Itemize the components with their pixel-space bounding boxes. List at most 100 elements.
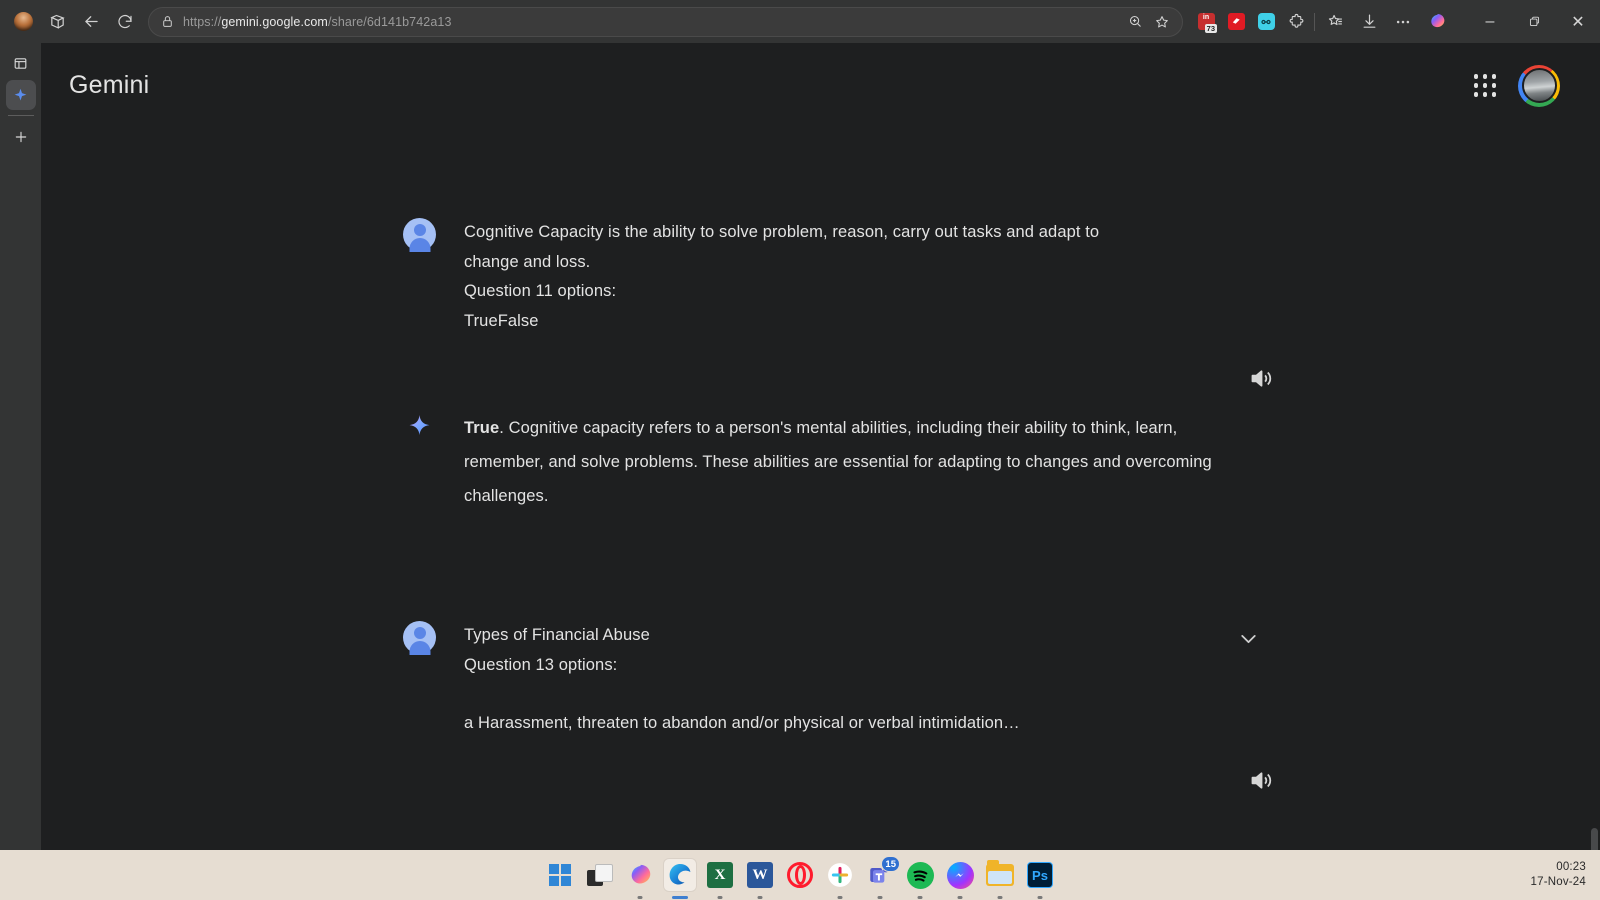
message-line: Cognitive Capacity is the ability to sol… (464, 223, 1100, 241)
ext-puzzle[interactable] (1281, 6, 1311, 38)
split-screen-icon[interactable] (40, 6, 74, 38)
page-scrollbar[interactable] (1591, 828, 1598, 850)
taskbar-word[interactable]: W (744, 859, 776, 899)
sidebar-panel-toggle[interactable] (6, 48, 36, 78)
taskbar-running-indicator (917, 896, 923, 899)
taskbar-task-view[interactable] (584, 859, 616, 891)
word-icon: W (747, 862, 773, 888)
message-body: True. Cognitive capacity refers to a per… (464, 411, 1224, 513)
taskbar-start[interactable] (544, 859, 576, 891)
minimize-button[interactable]: – (1468, 0, 1512, 43)
collections-icon[interactable] (1318, 6, 1352, 38)
copilot-icon[interactable] (1420, 6, 1454, 38)
message-body: Cognitive Capacity is the ability to sol… (464, 218, 1099, 336)
clock-time: 00:23 (1556, 861, 1586, 873)
taskbar-slack[interactable] (824, 859, 856, 899)
avatar-photo (1521, 68, 1557, 103)
messenger-icon (946, 861, 974, 889)
taskbar-copilot[interactable] (624, 859, 656, 899)
gemini-sparkle-icon (403, 411, 436, 444)
taskbar-teams[interactable]: 15 (864, 856, 900, 899)
url-text: https://gemini.google.com/share/6d141b74… (183, 14, 452, 29)
sidebar-add[interactable] (6, 122, 36, 152)
ext-red-tag[interactable] (1221, 6, 1251, 38)
taskbar-spotify[interactable] (904, 859, 936, 899)
avatar (403, 621, 436, 654)
taskbar-photoshop[interactable]: Ps (1024, 859, 1056, 899)
ext-red-tag-icon (1227, 13, 1245, 30)
conversation: Cognitive Capacity is the ability to sol… (41, 128, 1600, 850)
edge-icon (669, 864, 691, 885)
taskbar-running-indicator (717, 896, 723, 899)
turn-user-1: Cognitive Capacity is the ability to sol… (403, 218, 1233, 336)
message-line: Types of Financial Abuse (464, 626, 650, 644)
clock-date: 17-Nov-24 (1530, 876, 1586, 888)
message-text: . Cognitive capacity refers to a person'… (464, 419, 1212, 505)
toolbar-divider (1314, 12, 1315, 31)
ext-linkedin-unlock[interactable]: in 73 (1191, 6, 1221, 38)
windows-logo-icon (548, 863, 572, 887)
close-button[interactable]: ✕ (1556, 0, 1600, 43)
copilot-icon (631, 864, 650, 883)
message-truncated-line: a Harassment, threaten to abandon and/or… (464, 714, 1020, 732)
speaker-icon[interactable] (1248, 767, 1275, 799)
star-icon[interactable] (1148, 9, 1176, 35)
page-title: Gemini (69, 71, 150, 99)
taskbar-running-indicator (877, 896, 883, 899)
message-body: Types of Financial Abuse Question 13 opt… (464, 621, 1020, 739)
spotify-icon (906, 861, 934, 889)
message-line: change and loss. (464, 252, 591, 271)
browser-toolbar: https://gemini.google.com/share/6d141b74… (0, 0, 1600, 43)
ext-puzzle-icon (1288, 13, 1305, 30)
taskbar-clock[interactable]: 00:23 17-Nov-24 (1531, 850, 1587, 900)
ext-cyan-box[interactable] (1251, 6, 1281, 38)
message-bold-lead: True (464, 419, 500, 437)
gemini-header: Gemini (41, 43, 1600, 128)
downloads-icon[interactable] (1352, 6, 1386, 38)
more-settings-icon[interactable] (1386, 6, 1420, 38)
avatar (403, 218, 436, 251)
excel-icon: X (707, 862, 733, 888)
ext-cyan-box-icon (1257, 13, 1275, 30)
lock-icon (161, 15, 174, 28)
taskbar-running-indicator (1037, 896, 1043, 899)
turn-model-1: True. Cognitive capacity refers to a per… (403, 411, 1233, 513)
taskbar-teams-badge: 15 (881, 856, 900, 872)
task-view-icon (587, 864, 613, 886)
profile-avatar-icon (13, 12, 33, 31)
taskbar-running-indicator (957, 896, 963, 899)
gemini-page: Gemini Cognitive Capacity is the ability… (41, 43, 1600, 850)
address-bar[interactable]: https://gemini.google.com/share/6d141b74… (148, 6, 1183, 37)
zoom-in-icon[interactable] (1122, 9, 1148, 35)
taskbar-running-indicator (837, 896, 843, 899)
folder-icon (986, 860, 1014, 886)
taskbar-messenger[interactable] (944, 859, 976, 899)
refresh-icon[interactable] (108, 6, 142, 38)
message-line: Question 13 options: (464, 655, 618, 674)
message-line: TrueFalse (464, 311, 539, 330)
photoshop-icon: Ps (1027, 862, 1053, 888)
edge-browser-window: https://gemini.google.com/share/6d141b74… (0, 0, 1600, 850)
restore-button[interactable] (1512, 0, 1556, 43)
sidebar-copilot[interactable] (5, 80, 36, 110)
taskbar-opera[interactable] (784, 859, 816, 891)
gemini-header-actions (1473, 64, 1560, 107)
taskbar-items: X W 15 Ps (544, 856, 1056, 899)
browser-profile-button[interactable] (6, 7, 40, 37)
taskbar-running-indicator (997, 896, 1003, 899)
opera-icon (787, 862, 813, 888)
slack-icon (828, 863, 852, 887)
taskbar-file-explorer[interactable] (984, 859, 1016, 899)
account-avatar[interactable] (1518, 64, 1560, 107)
browser-sidebar-rail (0, 43, 41, 850)
taskbar-active-indicator (672, 896, 688, 899)
turn-user-2: Types of Financial Abuse Question 13 opt… (403, 621, 1263, 739)
taskbar-edge[interactable] (664, 859, 696, 899)
ext-linkedin-unlock-badge: 73 (1204, 23, 1217, 33)
back-arrow-icon[interactable] (74, 6, 108, 38)
google-apps-grid-icon[interactable] (1473, 74, 1496, 97)
taskbar-excel[interactable]: X (704, 859, 736, 899)
chevron-down-icon[interactable] (1236, 626, 1261, 656)
windows-taskbar: X W 15 Ps 00:23 17-Nov-24 (0, 850, 1600, 900)
speaker-icon[interactable] (1248, 365, 1275, 397)
